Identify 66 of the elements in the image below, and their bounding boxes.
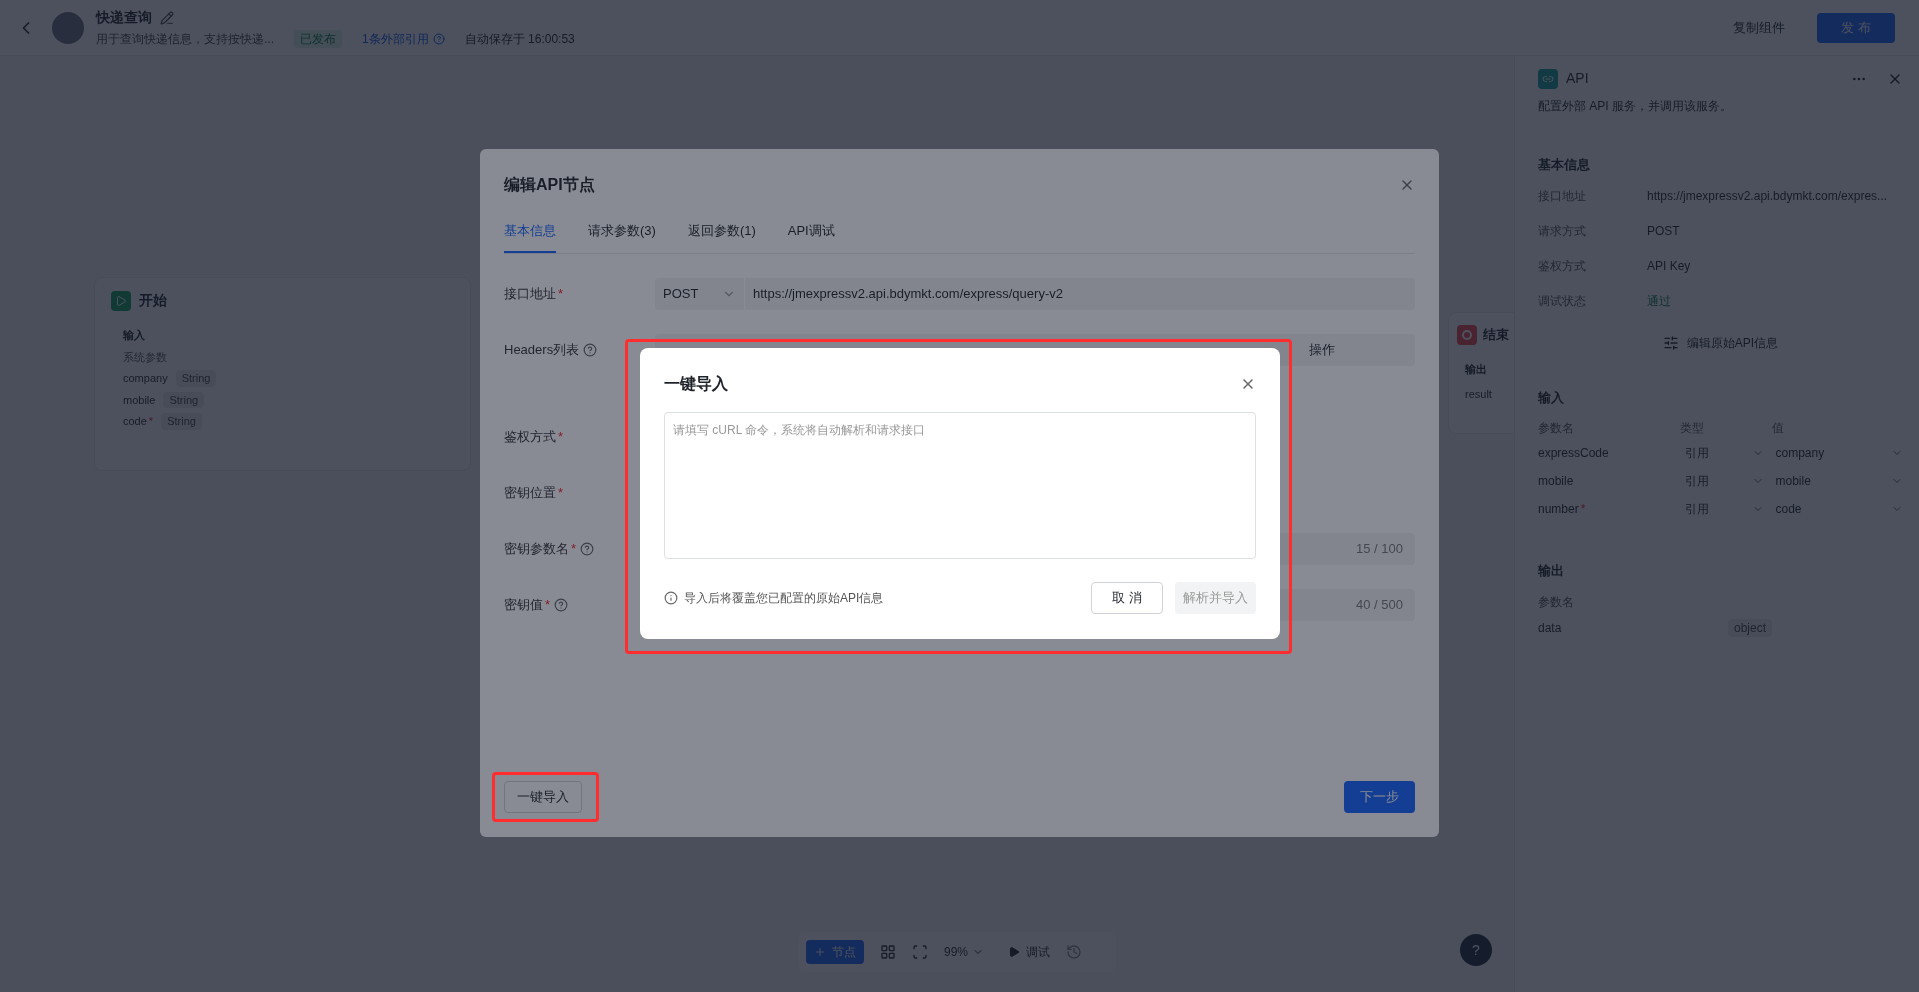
required-mark: *: [1580, 501, 1586, 518]
field-label: 密钥值: [504, 595, 543, 614]
help-icon[interactable]: [583, 342, 598, 357]
value-select[interactable]: code: [1775, 500, 1903, 518]
play-icon: [111, 290, 131, 311]
edit-icon[interactable]: [160, 10, 174, 25]
required-mark: *: [571, 539, 577, 558]
value-select[interactable]: company: [1775, 444, 1903, 462]
panel-title: API: [1566, 69, 1589, 88]
avatar: [52, 11, 84, 44]
section-title: 输入: [123, 328, 146, 343]
section-title: 基本信息: [1538, 156, 1591, 174]
references-link[interactable]: 1条外部引用: [362, 30, 429, 48]
info-value: API Key: [1647, 257, 1691, 275]
fit-view-icon[interactable]: [912, 944, 928, 960]
field-label: 鉴权方式: [504, 427, 556, 446]
help-icon[interactable]: [554, 597, 569, 612]
tab[interactable]: API调试: [787, 221, 835, 253]
sliders-icon: [1662, 334, 1679, 351]
param-name: expressCode: [1538, 445, 1609, 462]
help-icon[interactable]: [580, 541, 595, 556]
method-select[interactable]: POST: [655, 277, 745, 310]
play-icon: [1008, 946, 1021, 958]
url-field[interactable]: https://jmexpressv2.api.bdymkt.com/express/query-v2: [745, 277, 1415, 310]
help-icon[interactable]: [432, 33, 445, 45]
section-title: 输出: [1465, 362, 1488, 377]
curl-input[interactable]: 请填写 cURL 命令，系统将自动解析和请求接口: [664, 412, 1256, 559]
value-select[interactable]: mobile: [1775, 472, 1903, 490]
section-title: 输出: [1538, 562, 1565, 580]
info-value: POST: [1647, 222, 1680, 240]
tab[interactable]: 请求参数(3): [588, 221, 656, 253]
param-name: number: [1538, 501, 1579, 518]
info-value: https://jmexpressv2.api.bdymkt.com/expres...: [1647, 187, 1888, 205]
warning-note: 导入后将覆盖您已配置的原始API信息: [684, 590, 884, 607]
tab[interactable]: 基本信息: [504, 221, 556, 253]
param-name: data: [1538, 619, 1563, 637]
help-button[interactable]: ?: [1460, 934, 1492, 966]
plus-icon: [814, 946, 826, 958]
node-title: 结束: [1483, 326, 1509, 345]
param-name: mobile: [123, 392, 156, 408]
field-label: 接口地址: [504, 284, 556, 303]
required-mark: *: [558, 483, 564, 502]
zoom-select[interactable]: 99%: [944, 943, 985, 961]
column-header: 操作: [1309, 340, 1335, 359]
required-mark: *: [545, 595, 551, 614]
app-title: 快递查询: [96, 8, 152, 27]
modal-title: 编辑API节点: [504, 175, 595, 195]
tab[interactable]: 返回参数(1): [687, 221, 756, 253]
stop-icon: [1457, 325, 1477, 345]
grid-icon[interactable]: [880, 944, 896, 960]
history-icon[interactable]: [1066, 944, 1083, 960]
field-label: 密钥位置: [504, 483, 556, 502]
required-mark: *: [558, 427, 564, 446]
api-icon: [1538, 68, 1558, 89]
node-title: 开始: [139, 291, 167, 310]
section-title: 输入: [1538, 388, 1565, 407]
cancel-button[interactable]: 取 消: [1091, 582, 1163, 614]
required-mark: *: [558, 284, 564, 303]
field-label: 密钥参数名: [504, 539, 569, 558]
info-icon: [664, 591, 678, 605]
import-button[interactable]: 一键导入: [504, 781, 582, 813]
required-mark: *: [148, 414, 154, 429]
field-label: Headers列表: [504, 340, 580, 359]
param-name: mobile: [1538, 473, 1574, 490]
next-button[interactable]: 下一步: [1344, 781, 1415, 813]
dialog-title: 一键导入: [664, 374, 728, 394]
